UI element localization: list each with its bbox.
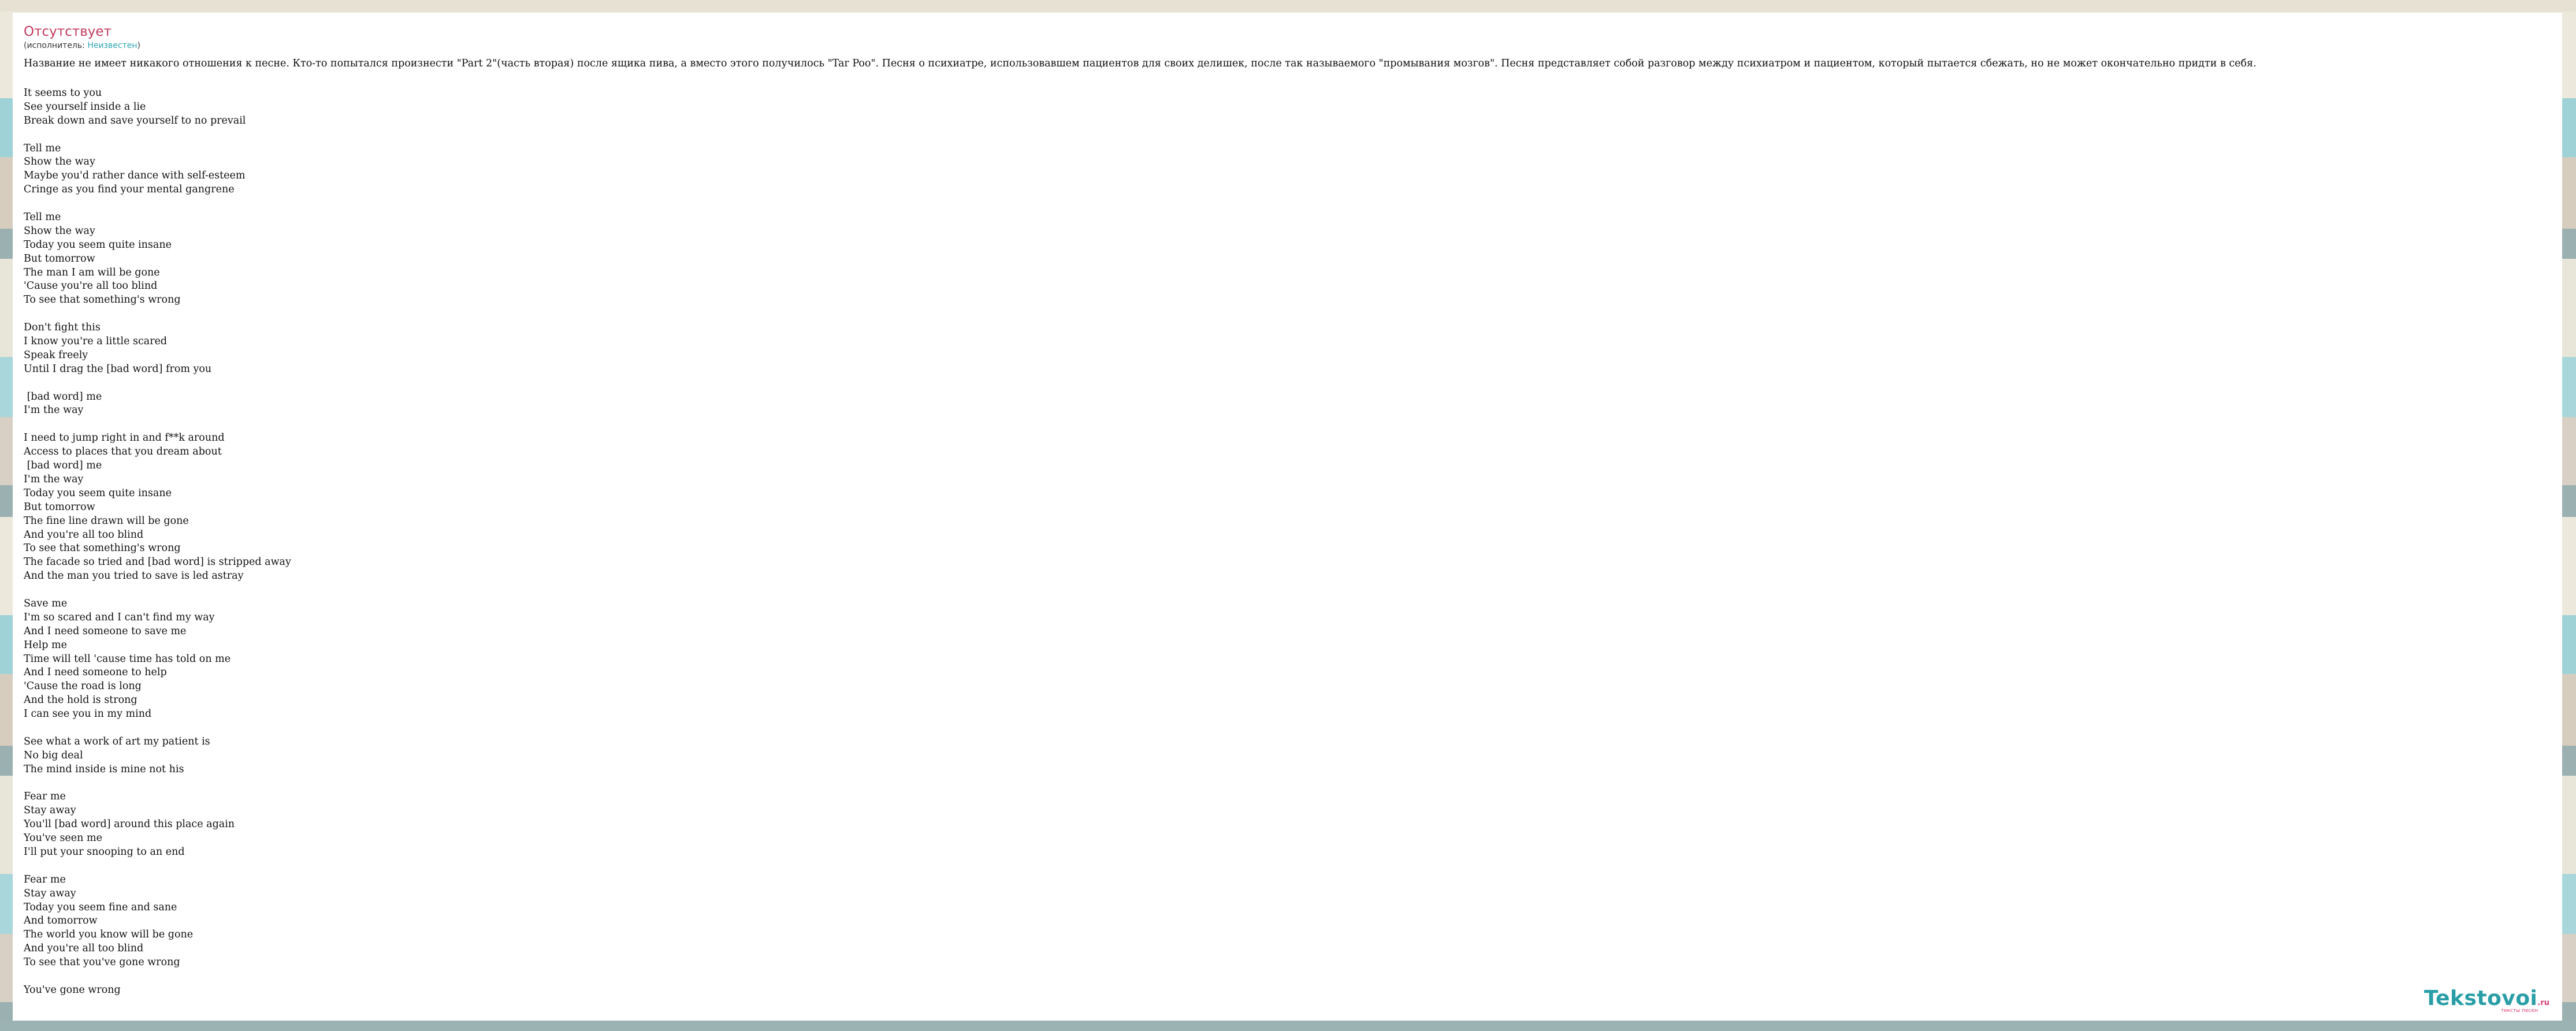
lyric-line: And the man you tried to save is led ast… [24, 570, 244, 582]
lyric-line: But tomorrow [24, 501, 95, 513]
lyric-line: [bad word] me [24, 390, 102, 403]
lyric-line: Speak freely [24, 349, 88, 361]
top-border [0, 0, 2576, 12]
lyrics-text: It seems to you See yourself inside a lie… [24, 87, 291, 997]
lyric-line: The fine line drawn will be gone [24, 515, 189, 527]
lyric-line: Break down and save yourself to no preva… [24, 114, 246, 126]
lyric-line: Today you seem fine and sane [24, 901, 177, 913]
lyric-line: See yourself inside a lie [24, 101, 146, 113]
lyric-line [24, 418, 291, 431]
lyric-line: Fear me [24, 873, 66, 885]
lyric-line: And you're all too blind [24, 943, 144, 955]
lyric-line: Stay away [24, 805, 76, 817]
site-logo[interactable]: Tekstovoi.ru тексты песен [2424, 987, 2549, 1014]
song-description: Название не имеет никакого отношения к п… [24, 58, 2257, 69]
lyric-line: And you're all too blind [24, 528, 144, 541]
lyric-line [24, 197, 291, 211]
lyric-line: Help me [24, 639, 67, 651]
lyric-line: And the hold is strong [24, 694, 137, 706]
lyric-line: I'm the way [24, 473, 84, 485]
lyric-line: The mind inside is mine not his [24, 763, 184, 775]
lyric-line: Show the way [24, 225, 95, 237]
lyric-line [24, 307, 291, 321]
lyric-line: Save me [24, 597, 68, 609]
lyric-line: To see that you've gone wrong [24, 956, 180, 969]
artist-link[interactable]: Неизвестен [87, 41, 137, 50]
lyrics-page: Отсутствует (исполнитель: Неизвестен) На… [13, 13, 2562, 1021]
lyric-line: [bad word] me [24, 460, 102, 472]
lyric-line: The world you know will be gone [24, 929, 194, 941]
lyric-line: Maybe you'd rather dance with self-estee… [24, 170, 246, 182]
artist-line: (исполнитель: Неизвестен) [24, 41, 140, 50]
lyric-line: I know you're a little scared [24, 336, 168, 348]
lyric-line: No big deal [24, 749, 83, 761]
lyric-line: I'll put your snooping to an end [24, 846, 185, 858]
lyric-line [24, 128, 291, 142]
artist-prefix: (исполнитель: [24, 41, 88, 50]
lyric-line: Fear me [24, 791, 66, 803]
lyric-line: The facade so tried and [bad word] is st… [24, 556, 291, 568]
lyric-line: Tell me [24, 211, 61, 224]
lyric-line [24, 777, 291, 791]
lyric-line: And I need someone to help [24, 667, 167, 679]
lyric-line: You've gone wrong [24, 984, 121, 996]
lyric-line [24, 377, 291, 390]
lyric-line: And tomorrow [24, 915, 98, 927]
lyric-line: 'Cause you're all too blind [24, 280, 158, 292]
lyric-line: Show the way [24, 156, 95, 168]
lyric-line: I'm the way [24, 404, 84, 416]
lyric-line: Tell me [24, 142, 61, 154]
lyric-line: See what a work of art my patient is [24, 735, 210, 747]
lyric-line: Until I drag the [bad word] from you [24, 363, 212, 375]
lyric-line: But tomorrow [24, 252, 95, 265]
lyric-line [24, 859, 291, 873]
logo-wordmark: Tekstovoi [2423, 987, 2538, 1010]
lyric-line [24, 583, 291, 597]
lyric-line: Today you seem quite insane [24, 239, 172, 251]
lyric-line: The man I am will be gone [24, 266, 160, 278]
lyric-line [24, 721, 291, 735]
lyric-line: To see that something's wrong [24, 542, 181, 554]
lyric-line: It seems to you [24, 87, 102, 99]
lyric-line: I need to jump right in and f**k around [24, 432, 225, 444]
lyric-line: Time will tell 'cause time has told on m… [24, 653, 231, 665]
lyric-line: And I need someone to save me [24, 625, 187, 637]
lyric-line [24, 970, 291, 984]
logo-tld: .ru [2537, 999, 2549, 1007]
bottom-border [0, 1021, 2576, 1031]
song-title: Отсутствует [24, 24, 111, 39]
lyric-line: Cringe as you find your mental gangrene [24, 184, 235, 196]
lyric-line: I'm so scared and I can't find my way [24, 611, 215, 623]
lyric-line: To see that something's wrong [24, 294, 181, 306]
artist-suffix: ) [137, 41, 140, 50]
lyric-line: You've seen me [24, 832, 102, 844]
lyric-line: 'Cause the road is long [24, 680, 142, 693]
lyric-line: Access to places that you dream about [24, 446, 222, 458]
lyric-line: Stay away [24, 887, 76, 899]
lyric-line: Today you seem quite insane [24, 487, 172, 499]
lyric-line: Don't fight this [24, 322, 101, 334]
lyric-line: I can see you in my mind [24, 708, 152, 720]
lyric-line: You'll [bad word] around this place agai… [24, 818, 235, 831]
